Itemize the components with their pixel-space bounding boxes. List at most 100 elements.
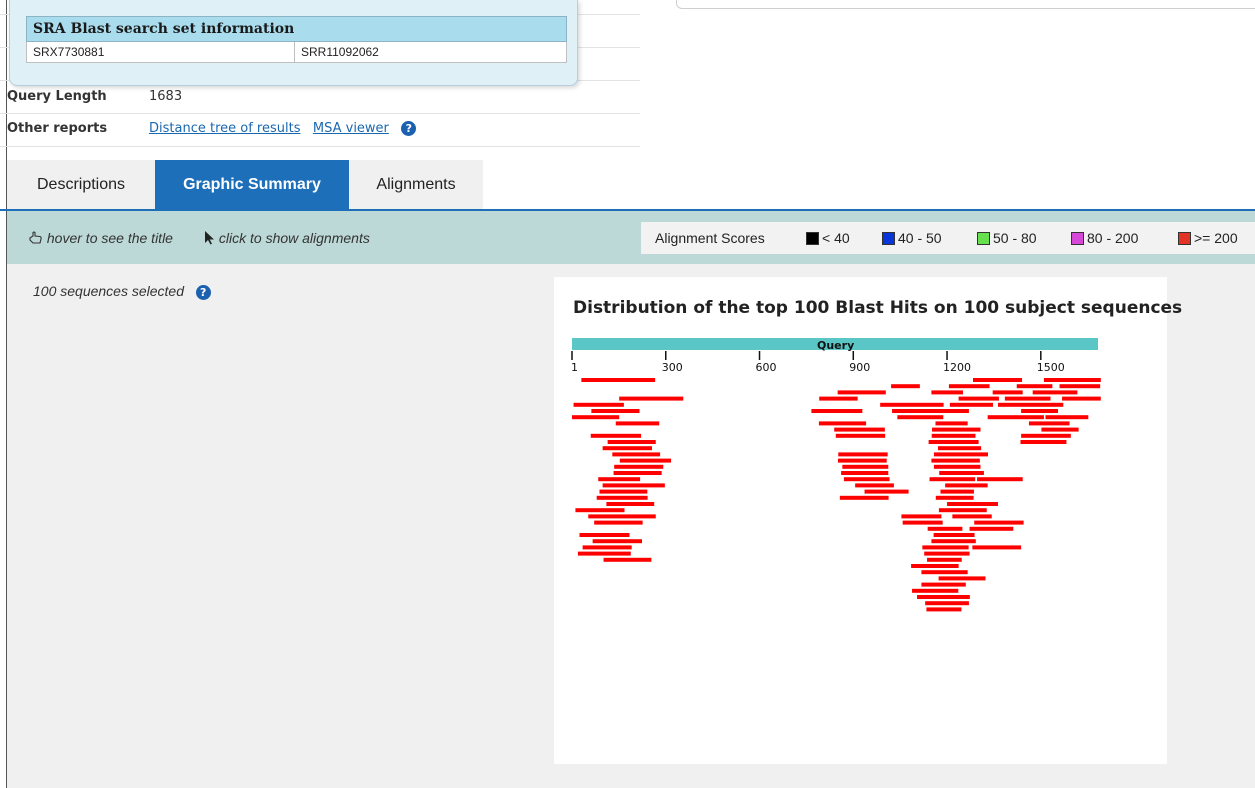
hit-bar[interactable] bbox=[952, 514, 992, 519]
hit-bar[interactable] bbox=[931, 433, 976, 438]
hit-bar[interactable] bbox=[588, 514, 656, 519]
hit-bar[interactable] bbox=[615, 421, 660, 426]
hit-bar[interactable] bbox=[1020, 440, 1067, 444]
hit-bar[interactable] bbox=[969, 526, 1014, 531]
hit-bar[interactable] bbox=[592, 539, 643, 544]
hit-bar[interactable] bbox=[922, 545, 969, 550]
hit-bar[interactable] bbox=[972, 545, 1022, 550]
hit-bar[interactable] bbox=[603, 557, 652, 562]
hit-bar[interactable] bbox=[949, 402, 993, 407]
help-icon[interactable]: ? bbox=[195, 285, 211, 300]
hit-bar[interactable] bbox=[902, 520, 943, 525]
hit-bar[interactable] bbox=[575, 508, 625, 513]
help-icon[interactable]: ? bbox=[401, 121, 417, 136]
hit-bar[interactable] bbox=[1043, 378, 1101, 382]
hit-bar[interactable] bbox=[880, 402, 944, 407]
hit-bar[interactable] bbox=[917, 595, 970, 599]
hit-bar[interactable] bbox=[892, 409, 969, 413]
hit-bar[interactable] bbox=[838, 452, 888, 457]
hit-bar[interactable] bbox=[1032, 390, 1078, 395]
hit-bar[interactable] bbox=[596, 495, 648, 500]
hit-bar[interactable] bbox=[987, 415, 1044, 420]
hit-bar[interactable] bbox=[935, 495, 974, 500]
hit-bar[interactable] bbox=[1004, 396, 1051, 401]
hit-bar[interactable] bbox=[912, 588, 959, 593]
hit-bar[interactable] bbox=[835, 433, 886, 438]
hit-bar[interactable] bbox=[834, 427, 885, 432]
hit-bar[interactable] bbox=[901, 514, 942, 519]
hit-bar[interactable] bbox=[843, 477, 890, 482]
hit-bar[interactable] bbox=[1045, 415, 1089, 420]
hit-bar[interactable] bbox=[911, 564, 959, 568]
hit-bar[interactable] bbox=[591, 409, 640, 413]
hit-bar[interactable] bbox=[933, 533, 975, 537]
hit-bar[interactable] bbox=[1021, 433, 1071, 438]
hit-bar[interactable] bbox=[579, 533, 630, 537]
hit-bar[interactable] bbox=[937, 446, 982, 451]
hit-bar[interactable] bbox=[841, 471, 889, 475]
hit-bar[interactable] bbox=[925, 601, 969, 606]
hit-bar[interactable] bbox=[837, 390, 886, 395]
hit-bar[interactable] bbox=[619, 458, 672, 463]
hit-bar[interactable] bbox=[938, 508, 987, 513]
hit-bar[interactable] bbox=[842, 464, 889, 469]
tab-graphic-summary[interactable]: Graphic Summary bbox=[155, 160, 349, 210]
hit-bar[interactable] bbox=[932, 427, 981, 432]
hit-bar[interactable] bbox=[839, 495, 889, 500]
hit-bar[interactable] bbox=[598, 477, 641, 482]
hit-bar[interactable] bbox=[577, 551, 631, 556]
hit-bar[interactable] bbox=[606, 502, 655, 506]
hit-bar[interactable] bbox=[607, 440, 656, 444]
hit-bar[interactable] bbox=[864, 489, 909, 494]
hit-bar[interactable] bbox=[837, 458, 887, 463]
hit-bar[interactable] bbox=[938, 576, 986, 581]
hit-bar[interactable] bbox=[935, 421, 968, 426]
hit-bar[interactable] bbox=[619, 396, 684, 401]
hit-bar[interactable] bbox=[818, 421, 867, 426]
hit-bar[interactable] bbox=[572, 415, 620, 420]
hit-bar[interactable] bbox=[931, 539, 976, 544]
hit-bar[interactable] bbox=[613, 471, 662, 475]
hit-bar[interactable] bbox=[602, 446, 653, 451]
distance-tree-link[interactable]: Distance tree of results bbox=[149, 121, 300, 136]
hit-bar[interactable] bbox=[1016, 384, 1053, 389]
hit-bar[interactable] bbox=[897, 415, 944, 420]
hit-bar[interactable] bbox=[931, 458, 980, 463]
hit-bar[interactable] bbox=[599, 489, 648, 494]
hit-bar[interactable] bbox=[1021, 409, 1058, 413]
hit-bar[interactable] bbox=[811, 409, 863, 413]
hit-bar[interactable] bbox=[927, 557, 962, 562]
hit-bar[interactable] bbox=[594, 520, 643, 525]
hit-bar[interactable] bbox=[992, 390, 1023, 395]
hit-bar[interactable] bbox=[921, 582, 966, 587]
hit-bar[interactable] bbox=[590, 433, 642, 438]
hit-bar[interactable] bbox=[933, 452, 988, 457]
hit-bar[interactable] bbox=[929, 477, 976, 482]
hit-bar[interactable] bbox=[997, 402, 1064, 407]
hit-bar[interactable] bbox=[928, 440, 979, 444]
hit-bar[interactable] bbox=[1059, 384, 1101, 389]
hit-bar[interactable] bbox=[855, 483, 894, 488]
hit-bar[interactable] bbox=[926, 607, 962, 612]
hit-bar[interactable] bbox=[977, 477, 1023, 482]
hit-bar[interactable] bbox=[581, 378, 656, 382]
hit-bar[interactable] bbox=[940, 489, 974, 494]
hit-bar[interactable] bbox=[614, 464, 664, 469]
hit-bar[interactable] bbox=[939, 471, 984, 475]
hit-bar[interactable] bbox=[947, 502, 998, 506]
hit-bar[interactable] bbox=[958, 396, 999, 401]
hit-bar[interactable] bbox=[582, 545, 632, 550]
hit-bar[interactable] bbox=[612, 452, 661, 457]
hit-bar[interactable] bbox=[933, 464, 981, 469]
hit-bar[interactable] bbox=[819, 396, 858, 401]
hit-bar[interactable] bbox=[927, 526, 963, 531]
hit-bar[interactable] bbox=[1028, 421, 1070, 426]
hit-bar[interactable] bbox=[602, 483, 665, 488]
hit-bar[interactable] bbox=[931, 390, 963, 395]
hit-bar[interactable] bbox=[573, 402, 624, 407]
hit-bar[interactable] bbox=[924, 551, 970, 556]
hit-bar[interactable] bbox=[974, 520, 1024, 525]
hit-bar[interactable] bbox=[1041, 427, 1079, 432]
hit-bar[interactable] bbox=[1062, 396, 1101, 401]
hit-bar[interactable] bbox=[948, 384, 990, 389]
